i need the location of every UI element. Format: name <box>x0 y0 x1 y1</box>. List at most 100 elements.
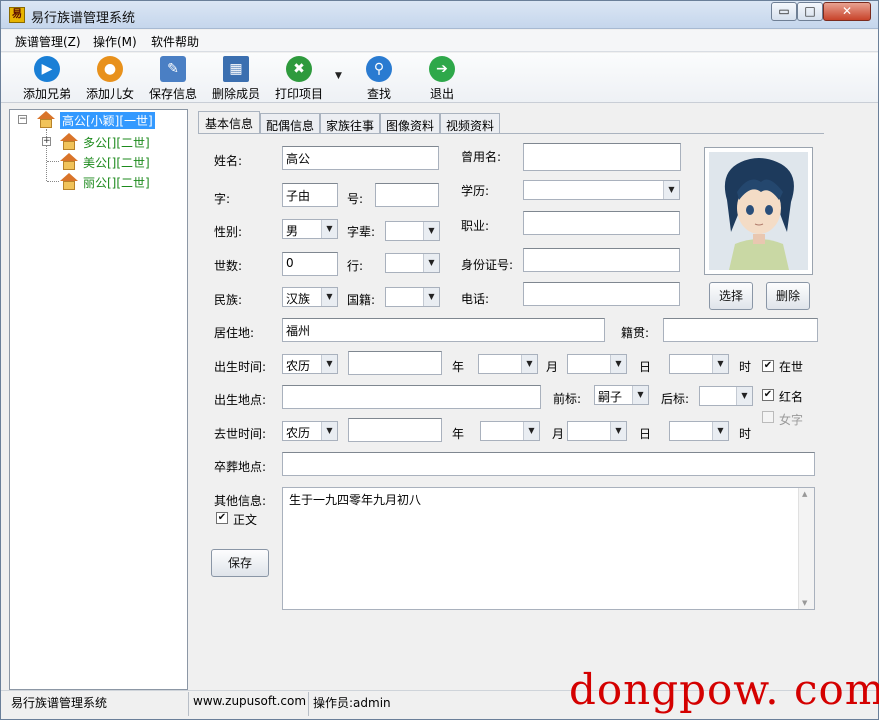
death-year-unit: 年 <box>452 427 465 441</box>
family-tree-panel: − 高公[小颖][一世] + 多公[][二世] 美公[][二世] 丽公[][二世… <box>9 109 188 690</box>
tab-image-data[interactable]: 图像资料 <box>380 113 440 133</box>
hao-input[interactable] <box>375 183 439 207</box>
occupation-input[interactable] <box>523 211 680 235</box>
main-text-checkbox[interactable]: ✔ <box>216 512 228 524</box>
prefix-value: 嗣子 <box>598 390 623 404</box>
save-info-button[interactable]: ✎ 保存信息 <box>143 55 203 101</box>
phone-label: 电话: <box>461 292 490 306</box>
death-month-select[interactable]: ▼ <box>480 421 540 441</box>
portrait-image <box>709 152 808 270</box>
female-char-label: 女字 <box>779 413 804 427</box>
pencil-icon: ✎ <box>160 56 186 82</box>
chevron-down-icon: ▼ <box>423 288 439 306</box>
tab-video-data[interactable]: 视频资料 <box>440 113 500 133</box>
textarea-scrollbar[interactable]: ▲ ▼ <box>798 488 814 609</box>
menu-genealogy[interactable]: 族谱管理(Z) <box>15 33 81 50</box>
zi-label: 字: <box>214 192 231 206</box>
add-child-button[interactable]: ● 添加儿女 <box>80 55 140 101</box>
tree-child-node[interactable]: 美公[][二世] <box>10 152 185 170</box>
chevron-down-icon: ▼ <box>423 254 439 272</box>
birth-hour-unit: 时 <box>739 360 752 374</box>
house-icon <box>37 111 55 128</box>
tab-family-history[interactable]: 家族往事 <box>320 113 380 133</box>
house-icon <box>60 153 78 170</box>
chevron-down-icon: ▼ <box>321 220 337 238</box>
scroll-up-icon[interactable]: ▲ <box>802 490 807 498</box>
death-year-input[interactable] <box>348 418 442 442</box>
occupation-label: 职业: <box>461 219 490 233</box>
rank-select[interactable]: ▼ <box>385 253 440 273</box>
birth-month-select[interactable]: ▼ <box>478 354 538 374</box>
delete-photo-button[interactable]: 删除 <box>766 282 810 310</box>
gender-select[interactable]: 男 ▼ <box>282 219 338 239</box>
burial-place-label: 卒葬地点: <box>214 460 267 474</box>
tab-spouse-info[interactable]: 配偶信息 <box>260 113 320 133</box>
chevron-down-icon: ▼ <box>321 288 337 306</box>
birth-hour-select[interactable]: ▼ <box>669 354 729 374</box>
hometown-input[interactable] <box>663 318 818 342</box>
zi-input[interactable]: 子由 <box>282 183 338 207</box>
red-name-checkbox[interactable]: ✔ <box>762 389 774 401</box>
expand-icon[interactable]: + <box>42 137 51 146</box>
maximize-button[interactable]: □ <box>797 2 823 21</box>
save-button[interactable]: 保存 <box>211 549 269 577</box>
ethnicity-select[interactable]: 汉族 ▼ <box>282 287 338 307</box>
tree-root-node[interactable]: − 高公[小颖][一世] <box>10 110 185 129</box>
death-day-select[interactable]: ▼ <box>567 421 627 441</box>
tree-child-label[interactable]: 美公[][二世] <box>83 154 150 171</box>
app-window: 易 易行族谱管理系统 ▭ □ ✕ 族谱管理(Z) 操作(M) 软件帮助 ▶ 添加… <box>0 0 879 720</box>
alive-checkbox[interactable]: ✔ <box>762 360 774 372</box>
generation-label: 世数: <box>214 259 243 273</box>
collapse-icon[interactable]: − <box>18 115 27 124</box>
print-items-button[interactable]: ✖ 打印项目 <box>269 55 329 101</box>
print-dropdown-arrow[interactable]: ▼ <box>335 71 342 81</box>
generation-char-select[interactable]: ▼ <box>385 221 440 241</box>
suffix-select[interactable]: ▼ <box>699 386 753 406</box>
prefix-select[interactable]: 嗣子 ▼ <box>594 385 649 405</box>
chevron-down-icon: ▼ <box>321 355 337 373</box>
birth-year-input[interactable] <box>348 351 442 375</box>
former-name-input[interactable] <box>523 143 681 171</box>
scroll-down-icon[interactable]: ▼ <box>802 599 807 607</box>
tab-basic-info[interactable]: 基本信息 <box>198 111 260 134</box>
education-select[interactable]: ▼ <box>523 180 680 200</box>
search-button[interactable]: ⚲ 查找 <box>349 55 409 101</box>
female-char-checkbox <box>762 411 774 423</box>
close-button[interactable]: ✕ <box>823 2 871 21</box>
id-number-input[interactable] <box>523 248 680 272</box>
minimize-button[interactable]: ▭ <box>771 2 797 21</box>
name-input[interactable]: 高公 <box>282 146 439 170</box>
main-text-label: 正文 <box>233 513 258 527</box>
hometown-label: 籍贯: <box>621 326 650 340</box>
nationality-select[interactable]: ▼ <box>385 287 440 307</box>
choose-photo-button[interactable]: 选择 <box>709 282 753 310</box>
birth-time-label: 出生时间: <box>214 360 267 374</box>
other-info-textarea[interactable]: 生于一九四零年九月初八 ▲ ▼ <box>282 487 815 610</box>
tree-root-label[interactable]: 高公[小颖][一世] <box>60 112 155 129</box>
menu-bar: 族谱管理(Z) 操作(M) 软件帮助 <box>1 30 878 52</box>
chevron-down-icon: ▼ <box>523 422 539 440</box>
burial-place-input[interactable] <box>282 452 815 476</box>
birth-place-input[interactable] <box>282 385 541 409</box>
add-sibling-button[interactable]: ▶ 添加兄弟 <box>17 55 77 101</box>
death-hour-select[interactable]: ▼ <box>669 421 729 441</box>
birth-calendar-select[interactable]: 农历 ▼ <box>282 354 338 374</box>
red-name-label: 红名 <box>779 390 804 404</box>
phone-input[interactable] <box>523 282 680 306</box>
tree-child-label[interactable]: 多公[][二世] <box>83 134 150 151</box>
death-calendar-select[interactable]: 农历 ▼ <box>282 421 338 441</box>
delete-member-button[interactable]: ▦ 删除成员 <box>206 55 266 101</box>
status-app-name: 易行族谱管理系统 <box>11 696 108 710</box>
death-month-unit: 月 <box>552 427 565 441</box>
tree-child-node[interactable]: + 多公[][二世] <box>10 132 185 150</box>
house-icon <box>60 133 78 150</box>
tree-child-label[interactable]: 丽公[][二世] <box>83 174 150 191</box>
birth-day-select[interactable]: ▼ <box>567 354 627 374</box>
tree-child-node[interactable]: 丽公[][二世] <box>10 172 185 190</box>
exit-button[interactable]: ➔ 退出 <box>412 55 472 101</box>
residence-input[interactable]: 福州 <box>282 318 605 342</box>
menu-operation[interactable]: 操作(M) <box>93 33 137 50</box>
generation-input[interactable]: 0 <box>282 252 338 276</box>
suffix-label: 后标: <box>661 392 690 406</box>
menu-help[interactable]: 软件帮助 <box>151 33 199 50</box>
